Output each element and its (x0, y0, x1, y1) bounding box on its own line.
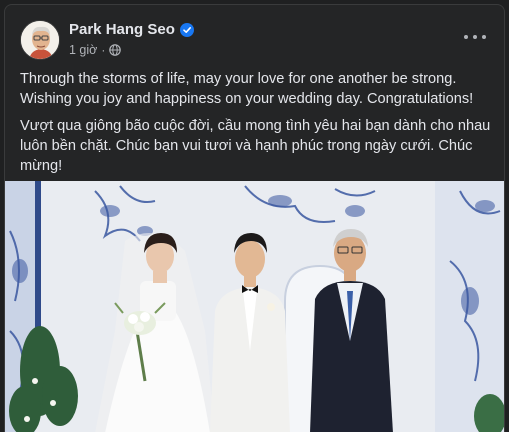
post-meta: 1 giờ · (69, 43, 122, 57)
meta-separator: · (101, 43, 106, 57)
avatar-portrait-icon (21, 21, 59, 59)
post-text-english: Through the storms of life, may your lov… (20, 71, 474, 107)
verified-badge-icon (179, 22, 194, 37)
more-dot (473, 35, 477, 39)
author-name[interactable]: Park Hang Seo (69, 21, 175, 38)
more-options-icon[interactable] (464, 31, 486, 43)
post-text-vietnamese: Vượt qua giông bão cuộc đời, cầu mong tì… (20, 118, 491, 174)
post-photo[interactable] (5, 181, 504, 432)
author-avatar[interactable] (20, 20, 60, 60)
globe-icon[interactable] (109, 44, 122, 56)
wedding-photo-image (5, 181, 504, 432)
more-dot (482, 35, 486, 39)
post-header: Park Hang Seo 1 giờ · (5, 5, 504, 69)
more-dot (464, 35, 468, 39)
author-name-row: Park Hang Seo (69, 21, 194, 38)
post-timestamp[interactable]: 1 giờ (69, 43, 97, 57)
facebook-post: Park Hang Seo 1 giờ · Through the storms… (4, 4, 505, 432)
